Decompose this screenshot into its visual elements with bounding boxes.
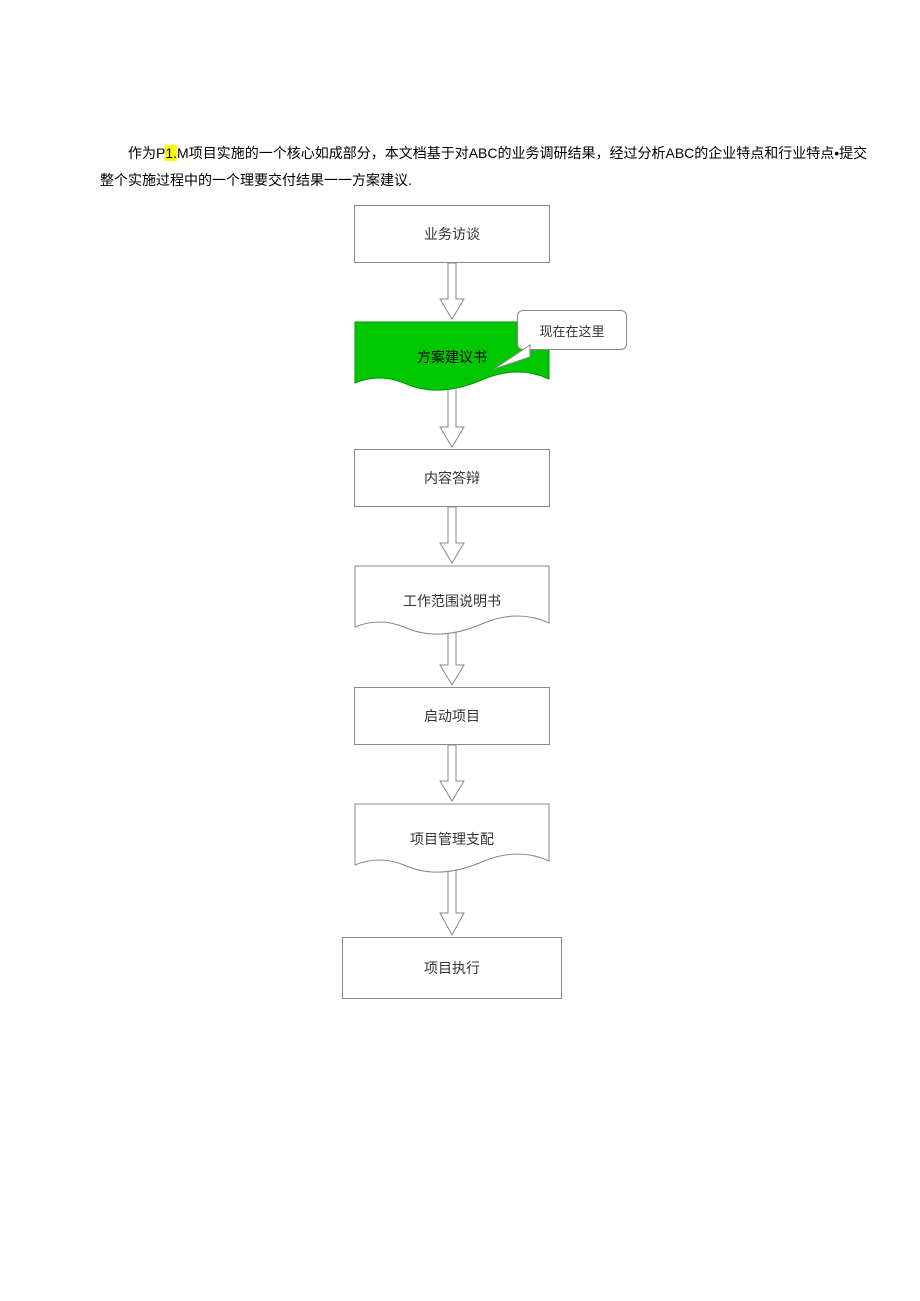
para-suffix: M项目实施的一个核心如成部分，本文档基于对ABC的业务调研结果，经过分析ABC的… bbox=[100, 145, 867, 188]
node-label: 内容答辩 bbox=[424, 468, 480, 488]
node-label: 项目管理支配 bbox=[410, 829, 494, 849]
node-label: 方案建议书 bbox=[417, 347, 487, 367]
node-content-defense: 内容答辩 bbox=[354, 449, 550, 507]
callout-label: 现在在这里 bbox=[539, 321, 604, 340]
arrow-down-icon bbox=[437, 507, 467, 565]
node-project-execute: 项目执行 bbox=[342, 937, 562, 999]
node-label: 项目执行 bbox=[424, 958, 480, 978]
arrow-down-icon bbox=[437, 745, 467, 803]
node-sow: 工作范围说明书 bbox=[354, 565, 550, 637]
arrow-down-icon bbox=[437, 869, 467, 937]
node-start-project: 启动项目 bbox=[354, 687, 550, 745]
node-pm-control: 项目管理支配 bbox=[354, 803, 550, 875]
callout-pointer-icon bbox=[492, 343, 532, 371]
node-label: 业务访谈 bbox=[424, 224, 480, 244]
arrow-down-icon bbox=[437, 387, 467, 449]
intro-paragraph: 作为P1.M项目实施的一个核心如成部分，本文档基于对ABC的业务调研结果，经过分… bbox=[100, 140, 870, 193]
arrow-down-icon bbox=[437, 263, 467, 321]
arrow-down-icon bbox=[437, 631, 467, 687]
node-business-interview: 业务访谈 bbox=[354, 205, 550, 263]
node-label: 启动项目 bbox=[424, 706, 480, 726]
para-highlight: 1. bbox=[165, 145, 177, 161]
para-prefix: 作为P bbox=[128, 145, 165, 161]
flowchart: 业务访谈 方案建议书 内容答辩 工作范围说明书 bbox=[302, 205, 602, 999]
node-label: 工作范围说明书 bbox=[403, 591, 501, 611]
callout-current-position: 现在在这里 bbox=[517, 310, 627, 350]
